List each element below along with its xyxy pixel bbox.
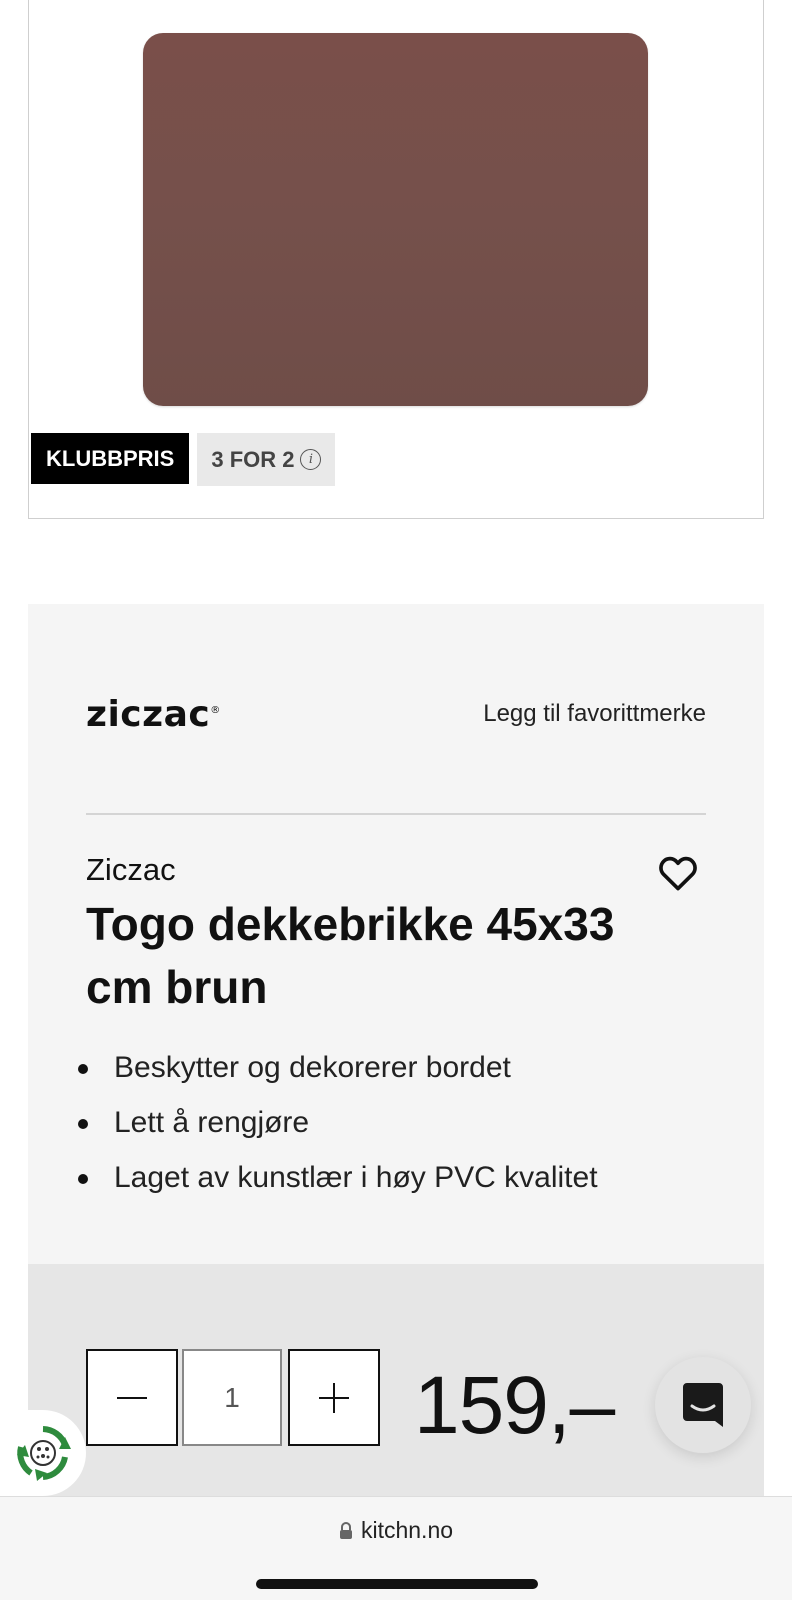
decrease-quantity-button[interactable] bbox=[86, 1349, 178, 1446]
price: 159,– bbox=[414, 1360, 615, 1451]
product-page: KLUBBPRIS 3 FOR 2 i ziczac® Legg til fav… bbox=[0, 0, 792, 1600]
product-brand-name[interactable]: Ziczac bbox=[86, 852, 176, 888]
product-title: Togo dekkebrikke 45x33 cm brun bbox=[86, 898, 615, 1013]
feature-list: Beskytter og dekorerer bordet Lett å ren… bbox=[78, 1040, 598, 1205]
browser-bottom-bar: kitchn.no bbox=[0, 1496, 792, 1600]
feature-item: Lett å rengjøre bbox=[78, 1095, 598, 1150]
badge-row: KLUBBPRIS 3 FOR 2 i bbox=[31, 433, 336, 486]
brand-logo[interactable]: ziczac® bbox=[86, 694, 221, 735]
home-indicator[interactable] bbox=[256, 1579, 538, 1589]
minus-icon bbox=[117, 1396, 147, 1399]
feature-item: Laget av kunstlær i høy PVC kvalitet bbox=[78, 1150, 598, 1205]
plus-icon bbox=[319, 1382, 349, 1413]
brand-row: ziczac® Legg til favorittmerke bbox=[86, 684, 706, 744]
product-image[interactable] bbox=[143, 33, 648, 406]
chat-icon bbox=[683, 1383, 723, 1427]
favorite-button[interactable] bbox=[656, 851, 700, 895]
divider bbox=[86, 813, 706, 815]
product-info-panel: ziczac® Legg til favorittmerke Ziczac To… bbox=[28, 604, 764, 1264]
recycle-icon bbox=[17, 1426, 71, 1481]
deal-label: 3 FOR 2 bbox=[211, 446, 295, 472]
club-price-badge: KLUBBPRIS bbox=[31, 433, 190, 484]
add-favorite-brand-link[interactable]: Legg til favorittmerke bbox=[483, 700, 706, 728]
chat-button[interactable] bbox=[655, 1357, 751, 1453]
buy-bar: 1 159,– bbox=[28, 1264, 764, 1500]
deal-badge[interactable]: 3 FOR 2 i bbox=[197, 433, 336, 486]
info-icon[interactable]: i bbox=[300, 449, 322, 470]
lock-icon bbox=[339, 1521, 352, 1539]
feature-item: Beskytter og dekorerer bordet bbox=[78, 1040, 598, 1095]
address-bar[interactable]: kitchn.no bbox=[0, 1517, 792, 1544]
club-price-label: KLUBBPRIS bbox=[46, 445, 175, 471]
url-text: kitchn.no bbox=[360, 1517, 454, 1543]
recycle-badge[interactable] bbox=[0, 1410, 86, 1496]
registered-mark: ® bbox=[210, 704, 221, 716]
heart-icon bbox=[659, 856, 697, 891]
product-image-card[interactable]: KLUBBPRIS 3 FOR 2 i bbox=[28, 0, 764, 519]
quantity-input[interactable]: 1 bbox=[182, 1349, 282, 1446]
brand-logo-text: ziczac bbox=[86, 693, 211, 735]
increase-quantity-button[interactable] bbox=[288, 1349, 380, 1446]
